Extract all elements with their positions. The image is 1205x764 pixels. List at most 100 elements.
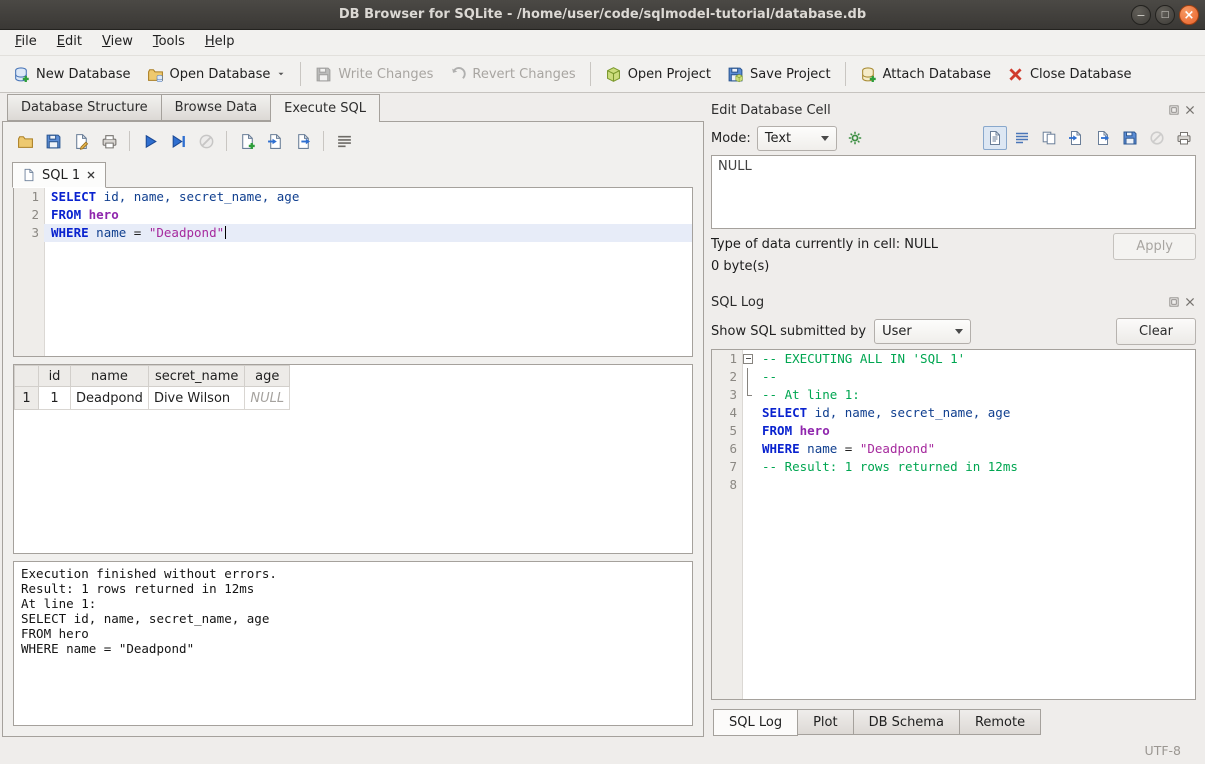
line-number: 2 <box>14 206 44 224</box>
code-text: FROM hero <box>755 422 1195 440</box>
toolbar-close-database-button[interactable]: Close Database <box>999 61 1140 88</box>
results-cell[interactable]: Dive Wilson <box>148 387 244 410</box>
dock-tab-remote[interactable]: Remote <box>959 709 1041 735</box>
window-title: DB Browser for SQLite - /home/user/code/… <box>0 7 1205 22</box>
log-filter-value: User <box>882 324 912 339</box>
sql-log-title: SQL Log <box>711 295 1168 310</box>
execute-all-button[interactable] <box>138 129 162 153</box>
clear-button[interactable]: Clear <box>1116 318 1196 345</box>
float-panel-button[interactable] <box>1168 104 1180 116</box>
execute-current-line-icon <box>170 133 187 150</box>
results-column-header-id[interactable]: id <box>39 366 71 387</box>
new-query-tab-button[interactable] <box>235 129 259 153</box>
results-cell[interactable]: NULL <box>245 387 290 410</box>
export-sql-icon <box>295 133 312 150</box>
code-line: 7-- Result: 1 rows returned in 12ms <box>712 458 1195 476</box>
export-sql-button[interactable] <box>291 129 315 153</box>
word-wrap-cell-button[interactable] <box>1010 126 1034 150</box>
dock-tab-db-schema[interactable]: DB Schema <box>853 709 960 735</box>
code-line: 2FROM hero <box>14 206 692 224</box>
print-sql-button[interactable] <box>97 129 121 153</box>
window-close-button[interactable]: × <box>1179 5 1199 25</box>
line-number: 6 <box>712 440 742 458</box>
set-null-button <box>1145 126 1169 150</box>
toolbar-open-project-button[interactable]: Open Project <box>597 61 719 88</box>
menu-item-file[interactable]: File <box>5 30 47 55</box>
sql-token: id, name, secret_name, age <box>807 405 1010 420</box>
sql-token: "Deadpond" <box>149 225 224 240</box>
copy-cell-button[interactable] <box>1037 126 1061 150</box>
results-cell[interactable]: Deadpond <box>71 387 149 410</box>
log-filter-label: Show SQL submitted by <box>711 324 866 339</box>
toolbar-button-label: Write Changes <box>338 67 433 82</box>
toolbar-new-database-button[interactable]: New Database <box>5 61 139 88</box>
print-cell-button[interactable] <box>1172 126 1196 150</box>
mode-label: Mode: <box>711 131 751 146</box>
sql-token: = <box>126 225 149 240</box>
window-minimize-button[interactable]: − <box>1131 5 1151 25</box>
statusbar: UTF-8 <box>0 737 1205 764</box>
code-text: -- Result: 1 rows returned in 12ms <box>755 458 1195 476</box>
results-column-header-name[interactable]: name <box>71 366 149 387</box>
toolbar-button-label: Save Project <box>750 67 831 82</box>
sql-token: -- EXECUTING ALL IN 'SQL 1' <box>762 351 965 366</box>
cell-info: Type of data currently in cell: NULL 0 b… <box>711 229 1196 285</box>
word-wrap-button[interactable] <box>332 129 356 153</box>
toolbar-separator <box>590 62 591 86</box>
menu-item-view[interactable]: View <box>92 30 143 55</box>
text-mode-button[interactable] <box>983 126 1007 150</box>
open-sql-file-button[interactable] <box>13 129 37 153</box>
export-file-button[interactable] <box>1091 126 1115 150</box>
dropdown-arrow-icon <box>276 69 286 79</box>
save-cell-as-button[interactable] <box>1118 126 1142 150</box>
stop-icon <box>198 133 215 150</box>
sql-log-view[interactable]: 1-- EXECUTING ALL IN 'SQL 1'2--3-- At li… <box>711 349 1196 700</box>
sql-token: SELECT <box>51 189 96 204</box>
results-cell[interactable]: 1 <box>39 387 71 410</box>
dock-tab-plot[interactable]: Plot <box>797 709 854 735</box>
window-maximize-button[interactable]: □ <box>1155 5 1175 25</box>
close-tab-button[interactable] <box>86 170 96 180</box>
fold-marker <box>742 422 755 440</box>
results-column-header-age[interactable]: age <box>245 366 290 387</box>
menu-item-help[interactable]: Help <box>195 30 245 55</box>
import-file-button[interactable] <box>1064 126 1088 150</box>
results-row-header[interactable]: 1 <box>15 387 39 410</box>
save-sql-file-button[interactable] <box>41 129 65 153</box>
code-line: 1SELECT id, name, secret_name, age <box>14 188 692 206</box>
tab-browse-data[interactable]: Browse Data <box>161 94 272 121</box>
menu-item-tools[interactable]: Tools <box>143 30 195 55</box>
log-filter-select[interactable]: User <box>874 319 971 344</box>
sql-log-header: SQL Log <box>711 291 1196 313</box>
toolbar-separator <box>323 131 324 151</box>
results-table: idnamesecret_nameage 11DeadpondDive Wils… <box>14 365 290 410</box>
fold-marker <box>742 476 755 494</box>
code-text: SELECT id, name, secret_name, age <box>755 404 1195 422</box>
sql-editor[interactable]: 1SELECT id, name, secret_name, age2FROM … <box>13 187 693 357</box>
tab-database-structure[interactable]: Database Structure <box>7 94 162 121</box>
fold-marker[interactable] <box>742 350 755 368</box>
close-log-button[interactable] <box>1184 296 1196 308</box>
toolbar-button-label: Open Project <box>628 67 711 82</box>
code-line: 3-- At line 1: <box>712 386 1195 404</box>
cell-editor[interactable]: NULL <box>711 155 1196 229</box>
results-column-header-secret-name[interactable]: secret_name <box>148 366 244 387</box>
execute-current-line-button[interactable] <box>166 129 190 153</box>
execute-all-icon <box>142 133 159 150</box>
float-log-button[interactable] <box>1168 296 1180 308</box>
dock-tab-bar: SQL LogPlotDB SchemaRemote <box>711 709 1196 737</box>
toolbar-open-database-button[interactable]: Open Database <box>139 61 295 88</box>
sql-doc-tab[interactable]: SQL 1 <box>12 162 106 188</box>
toolbar-save-project-button[interactable]: Save Project <box>719 61 839 88</box>
toolbar-attach-database-button[interactable]: Attach Database <box>852 61 999 88</box>
toolbar-write-changes-button: Write Changes <box>307 61 441 88</box>
mode-select[interactable]: Text <box>757 126 837 151</box>
menu-item-edit[interactable]: Edit <box>47 30 92 55</box>
tab-execute-sql[interactable]: Execute SQL <box>270 94 380 122</box>
dock-tab-sql-log[interactable]: SQL Log <box>713 709 798 736</box>
auto-switch-mode-button[interactable] <box>843 126 867 150</box>
import-sql-button[interactable] <box>263 129 287 153</box>
close-panel-button[interactable] <box>1184 104 1196 116</box>
code-line: 5FROM hero <box>712 422 1195 440</box>
save-sql-file-as-button[interactable] <box>69 129 93 153</box>
